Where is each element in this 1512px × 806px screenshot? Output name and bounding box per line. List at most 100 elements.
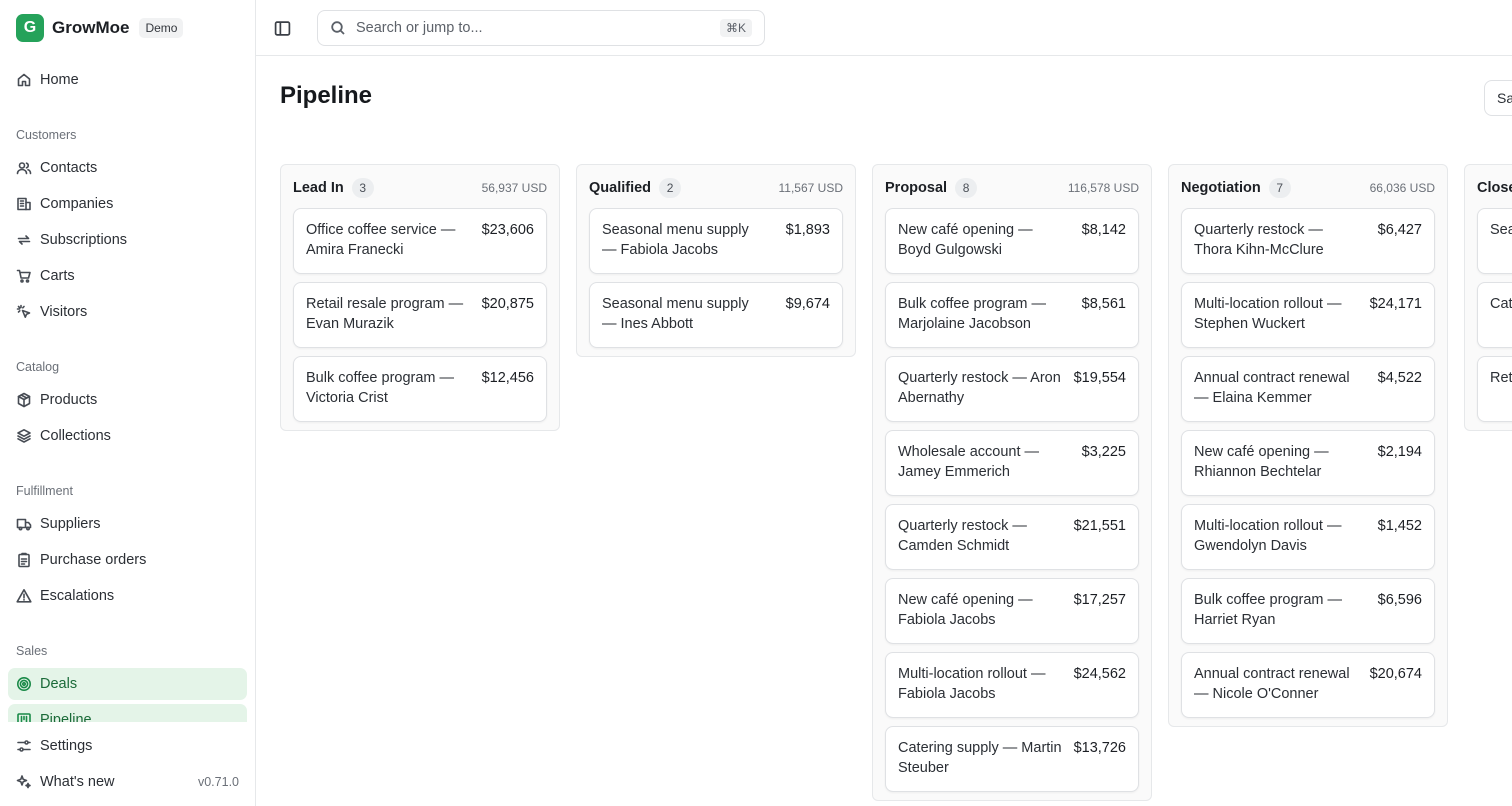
sidebar-item-deals[interactable]: Deals bbox=[8, 668, 247, 700]
sales-scroll-area[interactable]: Deals Pipeline bbox=[0, 640, 256, 722]
deal-card[interactable]: Ret Ber bbox=[1477, 356, 1512, 422]
deal-card[interactable]: Cat Abe bbox=[1477, 282, 1512, 348]
deal-amount: $21,551 bbox=[1073, 518, 1126, 534]
deal-card[interactable]: Bulk coffee program — Harriet Ryan $6,596 bbox=[1181, 578, 1435, 644]
package-icon bbox=[16, 392, 32, 408]
deal-card[interactable]: Bulk coffee program — Victoria Crist $12,… bbox=[293, 356, 547, 422]
sidebar-item-label: Suppliers bbox=[40, 516, 101, 532]
sidebar-item-whats-new[interactable]: What's new v0.71.0 bbox=[8, 766, 247, 798]
deal-amount: $3,225 bbox=[1081, 444, 1126, 460]
pipeline-board: Lead In 3 56,937 USD Office coffee servi… bbox=[280, 164, 1512, 806]
sidebar-item-products[interactable]: Products bbox=[8, 384, 247, 416]
brand-name: GrowMoe bbox=[52, 18, 130, 37]
cursor-click-icon bbox=[16, 304, 32, 320]
column-title: Proposal bbox=[885, 180, 948, 196]
target-icon bbox=[16, 676, 32, 692]
sidebar-item-label: Products bbox=[40, 392, 98, 408]
deal-card[interactable]: Quarterly restock — Camden Schmidt $21,55… bbox=[885, 504, 1139, 570]
sidebar-item-collections[interactable]: Collections bbox=[8, 420, 247, 452]
deal-amount: $19,554 bbox=[1073, 370, 1126, 386]
deal-card[interactable]: Multi-location rollout — Gwendolyn Davis… bbox=[1181, 504, 1435, 570]
deal-card[interactable]: Seasonal menu supply — Fabiola Jacobs $1,… bbox=[589, 208, 843, 274]
sidebar-item-label: Escalations bbox=[40, 588, 115, 604]
sidebar-item-label: Companies bbox=[40, 196, 114, 212]
deal-card[interactable]: Catering supply — Martin Steuber $13,726 bbox=[885, 726, 1139, 792]
deal-amount: $8,142 bbox=[1081, 222, 1126, 238]
deal-card[interactable]: New café opening — Fabiola Jacobs $17,257 bbox=[885, 578, 1139, 644]
deal-card[interactable]: New café opening — Rhiannon Bechtelar $2,… bbox=[1181, 430, 1435, 496]
section-label-customers: Customers bbox=[16, 128, 77, 142]
deal-card[interactable]: Annual contract renewal — Elaina Kemmer $… bbox=[1181, 356, 1435, 422]
sidebar-item-pipeline[interactable]: Pipeline bbox=[8, 704, 247, 722]
deal-title: Quarterly restock — Camden Schmidt bbox=[898, 518, 1027, 554]
deal-title: Bulk coffee program — Victoria Crist bbox=[306, 370, 455, 406]
sidebar-item-label: Pipeline bbox=[40, 712, 92, 722]
deal-card[interactable]: Sea Gw bbox=[1477, 208, 1512, 274]
sidebar-item-contacts[interactable]: Contacts bbox=[8, 152, 247, 184]
column-title: Negotiation bbox=[1181, 180, 1261, 196]
deal-card[interactable]: Office coffee service — Amira Franecki $2… bbox=[293, 208, 547, 274]
column-total: 56,937 USD bbox=[481, 181, 547, 195]
deal-title: Quarterly restock — Aron Abernathy bbox=[898, 370, 1061, 406]
sidebar-item-visitors[interactable]: Visitors bbox=[8, 296, 247, 328]
deal-title: New café opening — Boyd Gulgowski bbox=[898, 222, 1033, 258]
deal-amount: $2,194 bbox=[1377, 444, 1422, 460]
deal-card[interactable]: Multi-location rollout — Stephen Wuckert… bbox=[1181, 282, 1435, 348]
sidebar-item-carts[interactable]: Carts bbox=[8, 260, 247, 292]
sidebar-item-label: Settings bbox=[40, 738, 93, 754]
sidebar-item-subscriptions[interactable]: Subscriptions bbox=[8, 224, 247, 256]
deal-title: New café opening — Rhiannon Bechtelar bbox=[1194, 444, 1329, 480]
deal-card[interactable]: Seasonal menu supply — Ines Abbott $9,674 bbox=[589, 282, 843, 348]
deal-card[interactable]: Annual contract renewal — Nicole O'Conne… bbox=[1181, 652, 1435, 718]
column-count-badge: 7 bbox=[1268, 178, 1291, 198]
column-title: Qualified bbox=[589, 180, 652, 196]
brand[interactable]: G GrowMoe Demo bbox=[16, 14, 184, 42]
deal-amount: $17,257 bbox=[1073, 592, 1126, 608]
section-label-catalog: Catalog bbox=[16, 360, 60, 374]
sidebar: G GrowMoe Demo Home Customers Contacts C… bbox=[0, 0, 256, 806]
sidebar-item-label: Carts bbox=[40, 268, 75, 284]
deal-amount: $6,427 bbox=[1377, 222, 1422, 238]
sidebar-item-home[interactable]: Home bbox=[8, 64, 247, 96]
deal-title: Bulk coffee program — Marjolaine Jacobso… bbox=[898, 296, 1047, 332]
users-icon bbox=[16, 160, 32, 176]
column-count-badge: 3 bbox=[351, 178, 374, 198]
clipboard-icon bbox=[16, 552, 32, 568]
deal-title: Seasonal menu supply — Fabiola Jacobs bbox=[602, 222, 749, 258]
search-icon bbox=[331, 21, 345, 35]
column-title: Lead In bbox=[293, 180, 344, 196]
deal-card[interactable]: Multi-location rollout — Fabiola Jacobs $… bbox=[885, 652, 1139, 718]
sidebar-item-escalations[interactable]: Escalations bbox=[8, 580, 247, 612]
kanban-icon bbox=[16, 712, 32, 722]
sidebar-item-suppliers[interactable]: Suppliers bbox=[8, 508, 247, 540]
header-action-button[interactable]: Sa bbox=[1484, 80, 1512, 116]
sidebar-item-label: Home bbox=[40, 72, 79, 88]
deal-card[interactable]: Retail resale program — Evan Murazik $20,… bbox=[293, 282, 547, 348]
deal-title: Multi-location rollout — Stephen Wuckert bbox=[1194, 296, 1342, 332]
pipeline-column-proposal: Proposal 8 116,578 USD New café opening … bbox=[872, 164, 1152, 801]
deal-card[interactable]: New café opening — Boyd Gulgowski $8,142 bbox=[885, 208, 1139, 274]
deal-amount: $1,893 bbox=[785, 222, 830, 238]
deal-title: Annual contract renewal — Nicole O'Conne… bbox=[1194, 666, 1350, 702]
pipeline-column-lead-in: Lead In 3 56,937 USD Office coffee servi… bbox=[280, 164, 560, 431]
deal-card[interactable]: Quarterly restock — Thora Kihn-McClure $6… bbox=[1181, 208, 1435, 274]
truck-icon bbox=[16, 516, 32, 532]
deal-card[interactable]: Quarterly restock — Aron Abernathy $19,55… bbox=[885, 356, 1139, 422]
column-total: 11,567 USD bbox=[778, 181, 843, 195]
sidebar-item-settings[interactable]: Settings bbox=[8, 730, 247, 762]
sliders-icon bbox=[16, 738, 32, 754]
deal-card[interactable]: Wholesale account — Jamey Emmerich $3,225 bbox=[885, 430, 1139, 496]
sidebar-item-label: Collections bbox=[40, 428, 111, 444]
building-icon bbox=[16, 196, 32, 212]
sidebar-toggle-button[interactable] bbox=[272, 18, 292, 38]
pipeline-column-closed: Close Sea Gw Cat Abe Ret Ber bbox=[1464, 164, 1512, 431]
deal-card[interactable]: Bulk coffee program — Marjolaine Jacobso… bbox=[885, 282, 1139, 348]
sidebar-item-purchase-orders[interactable]: Purchase orders bbox=[8, 544, 247, 576]
deal-amount: $12,456 bbox=[481, 370, 534, 386]
search-input[interactable]: Search or jump to... ⌘K bbox=[317, 10, 765, 46]
sidebar-item-label: Contacts bbox=[40, 160, 98, 176]
panel-left-icon bbox=[274, 20, 290, 36]
page-title: Pipeline bbox=[280, 82, 373, 109]
home-icon bbox=[16, 72, 32, 88]
sidebar-item-companies[interactable]: Companies bbox=[8, 188, 247, 220]
